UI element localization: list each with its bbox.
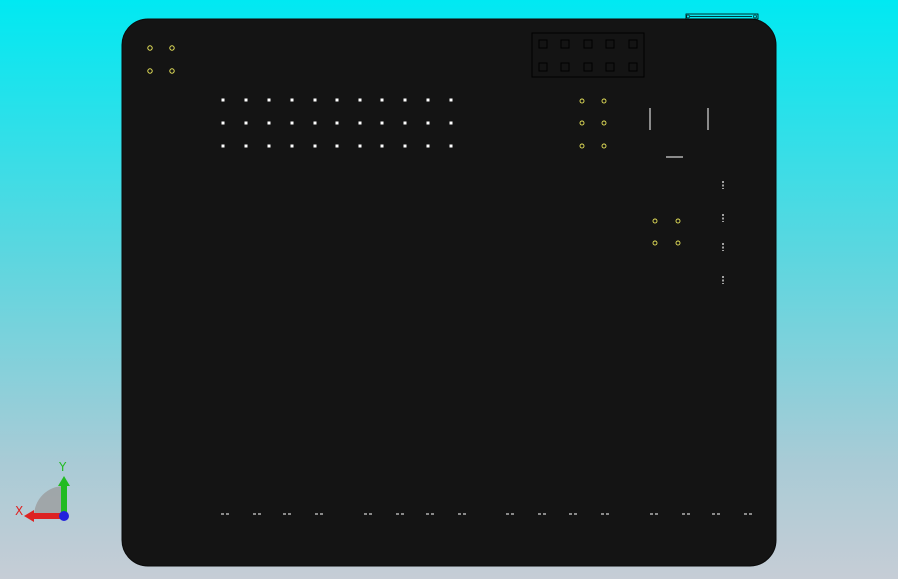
x-axis-label: X [15,504,23,518]
z-axis-dot [59,511,69,521]
axis-triad[interactable]: Y X [0,0,898,579]
y-axis-label: Y [58,460,67,474]
triad-quarter-disc [34,486,64,516]
cad-viewport[interactable]: Y X [0,0,898,579]
